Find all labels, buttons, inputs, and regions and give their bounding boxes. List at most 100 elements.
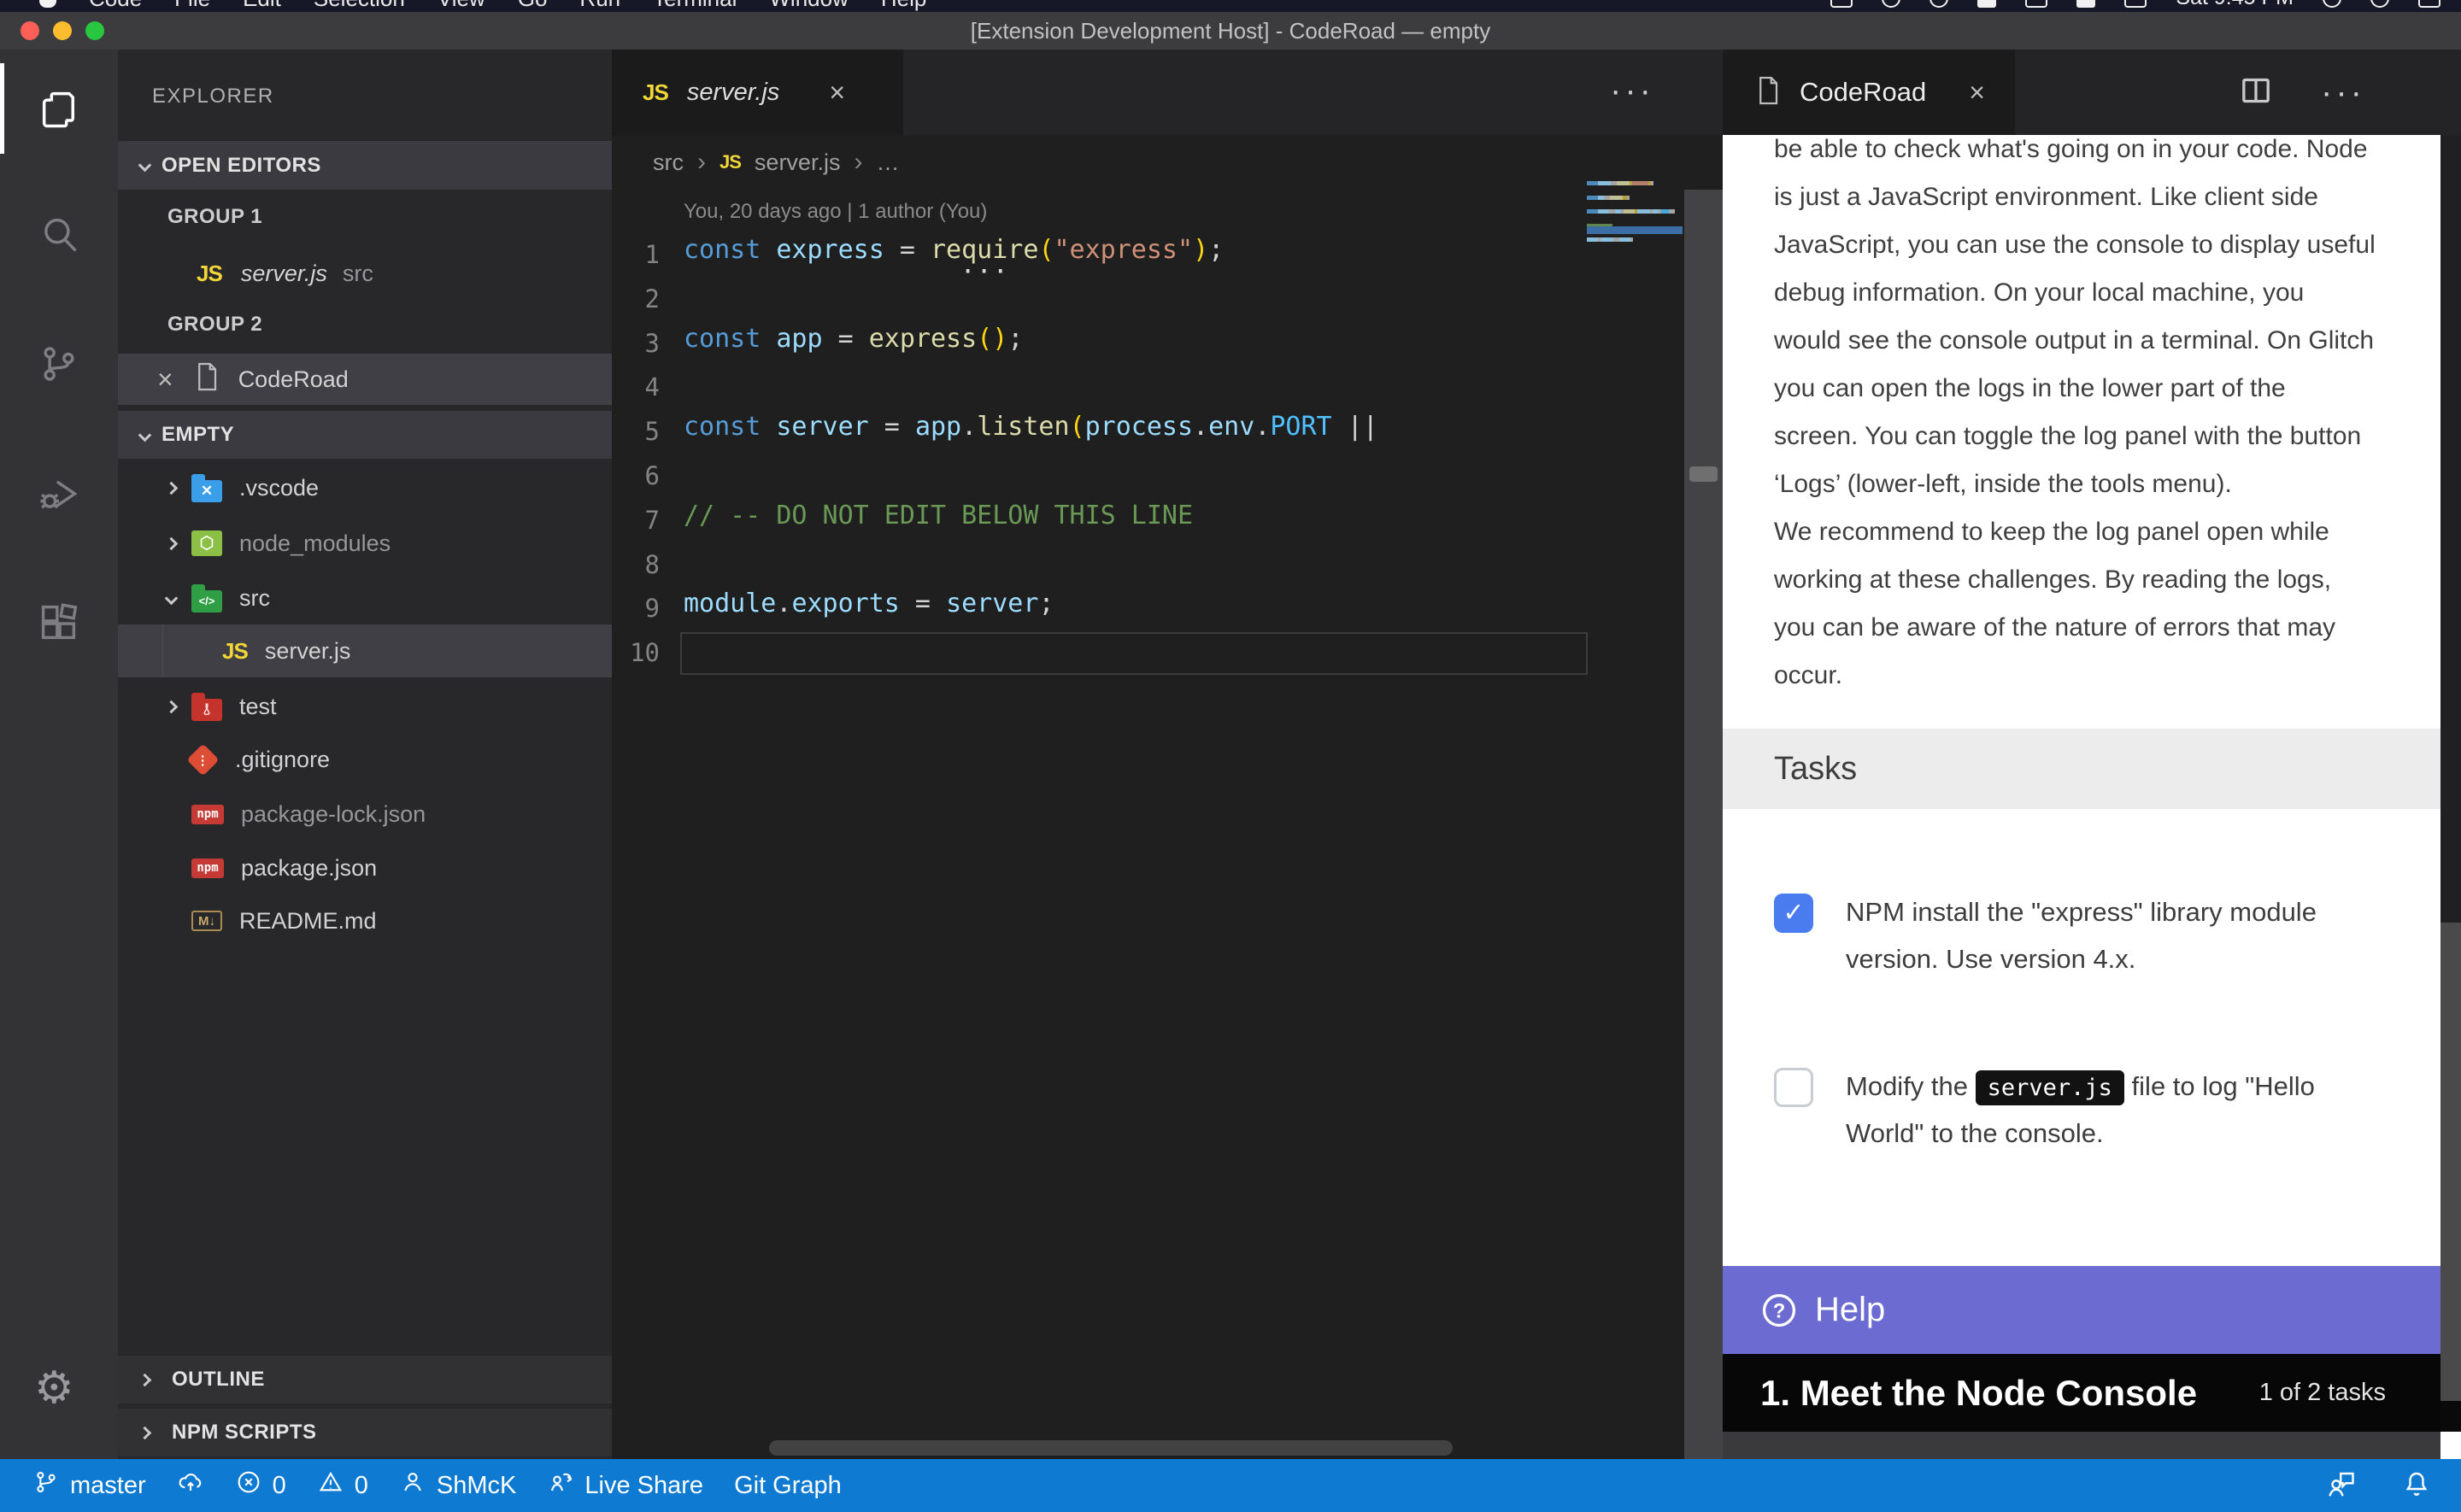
code-line-5[interactable]: const server = app.listen(process.env.PO… (684, 412, 1378, 442)
open-editor-item-coderoad[interactable]: ×CodeRoad (118, 354, 612, 405)
close-editor-icon[interactable]: × (157, 366, 173, 393)
status-item-shmck[interactable]: ShMcK (384, 1459, 532, 1512)
menubar-clock[interactable]: Sat 9:45 PM (2176, 0, 2294, 10)
tree-item-package-lock-json[interactable]: npmpackage-lock.json (118, 788, 612, 841)
menu-item-go[interactable]: Go (518, 0, 548, 12)
extensions-icon[interactable] (37, 601, 81, 645)
bell-icon[interactable] (2401, 1468, 2432, 1503)
battery-status-icon[interactable] (2124, 0, 2147, 8)
status-item-cloud-upload[interactable] (162, 1459, 220, 1512)
panel-more-actions-icon[interactable]: ··· (2321, 73, 2365, 112)
menu-item-terminal[interactable]: Terminal (653, 0, 737, 12)
menu-item-run[interactable]: Run (579, 0, 620, 12)
display-status-icon[interactable] (1830, 0, 1853, 8)
code-line-7[interactable]: // -- DO NOT EDIT BELOW THIS LINE (684, 501, 1193, 530)
task-text-line: Modify the server.js file to log "Hello (1846, 1063, 2410, 1110)
lesson-title: 1. Meet the Node Console (1760, 1373, 2197, 1414)
code-token: || (1332, 412, 1378, 442)
search-icon[interactable] (37, 213, 81, 257)
tree-item--vscode[interactable]: ✕.vscode (118, 461, 612, 514)
open-editor-item-server-js[interactable]: JSserver.jssrc (118, 248, 612, 299)
feedback-icon[interactable] (2326, 1468, 2357, 1503)
menu-item-window[interactable]: Window (769, 0, 848, 12)
status-item-git-graph[interactable]: Git Graph (719, 1459, 857, 1512)
tree-item--gitignore[interactable]: ⋮.gitignore (118, 733, 612, 786)
editor-more-actions-icon[interactable]: ··· (1610, 50, 1654, 135)
code-token: app (915, 412, 961, 442)
siri-icon[interactable] (2370, 0, 2389, 8)
menu-item-file[interactable]: File (174, 0, 210, 12)
code-token: = (900, 589, 946, 618)
shield-status-icon[interactable] (1882, 0, 1900, 8)
task-checkbox-checked[interactable]: ✓ (1774, 894, 1813, 933)
code-line-9[interactable]: module.exports = server; (684, 589, 1054, 618)
npm-scripts-section-header[interactable]: NPM SCRIPTS (118, 1409, 612, 1456)
menu-item-selection[interactable]: Selection (314, 0, 405, 12)
menu-item-code[interactable]: Code (89, 0, 142, 12)
outline-section-header[interactable]: OUTLINE (118, 1356, 612, 1404)
editor-group-label: GROUP 2 (118, 302, 612, 347)
help-button[interactable]: ? Help (1723, 1266, 2440, 1354)
task-checkbox-unchecked[interactable] (1774, 1068, 1813, 1107)
chevron-right-icon (164, 700, 178, 713)
airplay-status-icon[interactable] (1977, 0, 1996, 8)
code-token: server (776, 412, 868, 442)
tree-item-test[interactable]: test (118, 680, 612, 733)
spotlight-icon[interactable] (2323, 0, 2341, 8)
panel-divider[interactable] (1684, 50, 1723, 1459)
apple-menu-icon[interactable] (39, 0, 56, 8)
volume-status-icon[interactable] (2076, 0, 2095, 8)
menu-item-edit[interactable]: Edit (243, 0, 281, 12)
tree-item-readme-md[interactable]: M↓README.md (118, 894, 612, 947)
status-item-label: ShMcK (437, 1472, 516, 1500)
folder-section-header[interactable]: EMPTY (118, 411, 612, 459)
webview-scroll-thumb[interactable] (2440, 923, 2461, 1401)
tree-item-label: .gitignore (235, 747, 330, 773)
status-item-master[interactable]: master (17, 1459, 162, 1512)
run-debug-icon[interactable] (37, 472, 81, 516)
menu-item-help[interactable]: Help (881, 0, 926, 12)
code-line-3[interactable]: const app = express(); (684, 324, 1023, 354)
task-text: Modify the server.js file to log "HelloW… (1846, 1063, 2410, 1157)
code-token: = (823, 324, 869, 354)
open-editors-header[interactable]: OPEN EDITORS (118, 141, 612, 190)
tab-server-js[interactable]: JS server.js × (612, 50, 903, 135)
tree-item-label: server.js (265, 638, 351, 665)
codelens-blame[interactable]: You, 20 days ago | 1 author (You) (684, 200, 987, 224)
line-number: 4 (612, 372, 660, 401)
tree-item-server-js[interactable]: JS server.js (118, 624, 612, 677)
breadcrumb-item-src[interactable]: src (653, 149, 684, 176)
source-control-icon[interactable] (37, 342, 81, 386)
tree-item-node_modules[interactable]: node_modules (118, 517, 612, 570)
js-file-icon: JS (197, 261, 222, 287)
status-item-0[interactable]: 0 (220, 1459, 302, 1512)
tab-coderoad[interactable]: CodeRoad × (1723, 50, 2015, 135)
breadcrumb-item-…[interactable]: … (876, 149, 899, 176)
close-tab-icon[interactable]: × (829, 79, 845, 106)
mic-status-icon[interactable] (2025, 0, 2047, 8)
lesson-footer[interactable]: 1. Meet the Node Console 1 of 2 tasks (1723, 1354, 2440, 1432)
close-tab-icon[interactable]: × (1969, 79, 1985, 106)
settings-gear-icon[interactable]: ⚙ (34, 1366, 74, 1410)
code-token: ; (1038, 589, 1054, 618)
warning-triangle-icon (317, 1468, 344, 1503)
explorer-icon[interactable] (37, 87, 81, 132)
split-editor-icon[interactable] (2239, 73, 2273, 112)
tree-item-src[interactable]: </>src (118, 571, 612, 624)
js-file-icon: JS (222, 638, 248, 665)
control-center-icon[interactable] (2418, 0, 2440, 8)
task-text-part: Modify the (1846, 1071, 1976, 1101)
location-status-icon[interactable] (1929, 0, 1948, 8)
code-token: ( (1070, 412, 1085, 442)
status-item-live-share[interactable]: Live Share (532, 1459, 719, 1512)
breadcrumb-item-server.js[interactable]: server.js (755, 149, 841, 176)
code-token: app (776, 324, 822, 354)
breadcrumb[interactable]: src›JSserver.js›… (612, 135, 1684, 190)
divider-scroll-thumb[interactable] (1689, 466, 1718, 482)
status-item-0[interactable]: 0 (302, 1459, 384, 1512)
webview-scrollbar[interactable] (2440, 135, 2461, 1459)
horizontal-scrollbar[interactable] (769, 1440, 1453, 1456)
code-line-1[interactable]: const express = require("express"); (684, 235, 1224, 265)
tree-item-package-json[interactable]: npmpackage.json (118, 841, 612, 894)
menu-item-view[interactable]: View (438, 0, 485, 12)
